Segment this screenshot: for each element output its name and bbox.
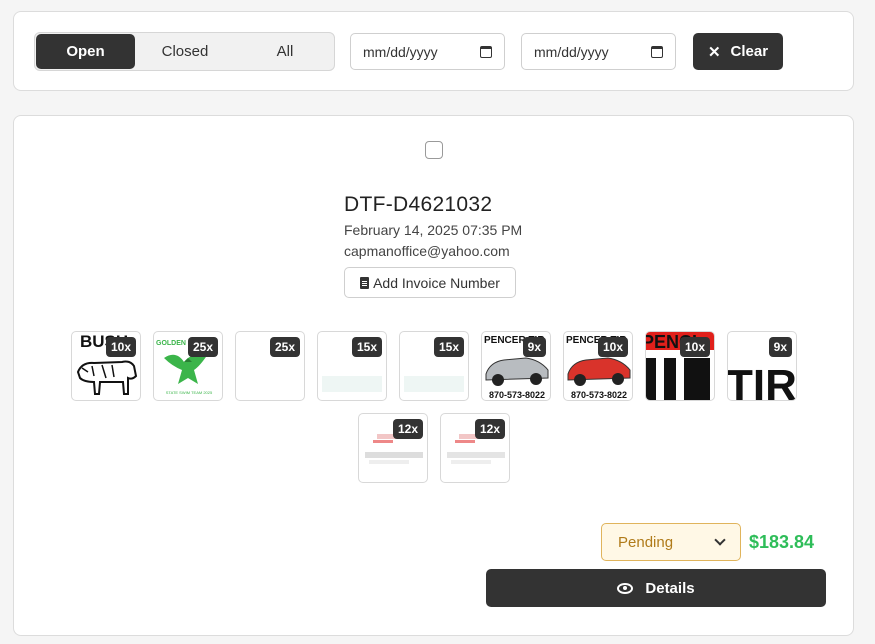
phone-text: 870-573-8022	[489, 390, 545, 400]
quantity-badge: 9x	[768, 337, 792, 357]
design-thumbnail[interactable]: TIR 9x	[727, 331, 797, 401]
order-total: $183.84	[749, 532, 815, 552]
quantity-badge: 15x	[351, 337, 382, 357]
customer-email: capmanoffice@yahoo.com	[344, 243, 510, 259]
add-invoice-button[interactable]: Add Invoice Number	[344, 267, 516, 298]
quantity-badge: 10x	[597, 337, 628, 357]
artwork-caption: STATE SWIM TEAM 2025	[166, 390, 213, 395]
filter-bar: Open Closed All mm/dd/yyyy mm/dd/yyyy ✕ …	[13, 11, 854, 91]
tab-open[interactable]: Open	[36, 34, 135, 69]
calendar-icon[interactable]	[480, 45, 492, 58]
artwork-text: TIR	[728, 361, 797, 401]
quantity-badge: 10x	[105, 337, 136, 357]
close-icon: ✕	[707, 43, 721, 61]
status-segmented-control: Open Closed All	[34, 32, 335, 71]
design-thumbnail[interactable]: 12x	[358, 413, 428, 483]
design-thumbnail[interactable]: GOLDEN STATE SWIM TEAM 2025 25x	[153, 331, 223, 401]
artwork-text: GOLDEN	[156, 340, 186, 347]
tab-closed[interactable]: Closed	[135, 34, 235, 69]
design-thumbnail[interactable]: 15x	[399, 331, 469, 401]
quantity-badge: 9x	[522, 337, 546, 357]
order-card: DTF-D4621032 February 14, 2025 07:35 PM …	[13, 115, 854, 636]
add-invoice-label: Add Invoice Number	[373, 274, 500, 291]
design-thumbnail[interactable]: 15x	[317, 331, 387, 401]
start-date-placeholder: mm/dd/yyyy	[363, 43, 438, 60]
order-date: February 14, 2025 07:35 PM	[344, 222, 523, 238]
eye-icon	[617, 582, 634, 594]
order-status-select[interactable]: Pending	[601, 523, 741, 561]
design-thumbnail[interactable]: 25x	[235, 331, 305, 401]
design-thumbnail[interactable]: PENCER TIR 870-573-8022 10x	[563, 331, 633, 401]
details-label: Details	[645, 579, 695, 597]
end-date-input[interactable]: mm/dd/yyyy	[521, 33, 676, 70]
chevron-down-icon	[714, 534, 726, 546]
document-icon	[360, 276, 370, 289]
phone-text: 870-573-8022	[571, 390, 627, 400]
design-thumbnail[interactable]: 12x	[440, 413, 510, 483]
calendar-icon[interactable]	[651, 45, 663, 58]
start-date-input[interactable]: mm/dd/yyyy	[350, 33, 505, 70]
quantity-badge: 15x	[433, 337, 464, 357]
quantity-badge: 12x	[392, 419, 423, 439]
details-button[interactable]: Details	[486, 569, 826, 607]
quantity-badge: 12x	[474, 419, 505, 439]
quantity-badge: 25x	[187, 337, 218, 357]
clear-label: Clear	[730, 43, 769, 60]
status-value: Pending	[618, 533, 674, 551]
clear-button[interactable]: ✕ Clear	[693, 33, 783, 70]
design-thumbnail[interactable]: BUSH 10x	[71, 331, 141, 401]
end-date-placeholder: mm/dd/yyyy	[534, 43, 609, 60]
design-thumbnail[interactable]: PENCI 10x	[645, 331, 715, 401]
order-select-checkbox[interactable]	[425, 141, 443, 159]
quantity-badge: 25x	[269, 337, 300, 357]
quantity-badge: 10x	[679, 337, 710, 357]
order-id: DTF-D4621032	[344, 193, 493, 216]
design-thumbnail[interactable]: PENCER TIR 870-573-8022 9x	[481, 331, 551, 401]
tab-all[interactable]: All	[235, 34, 335, 69]
